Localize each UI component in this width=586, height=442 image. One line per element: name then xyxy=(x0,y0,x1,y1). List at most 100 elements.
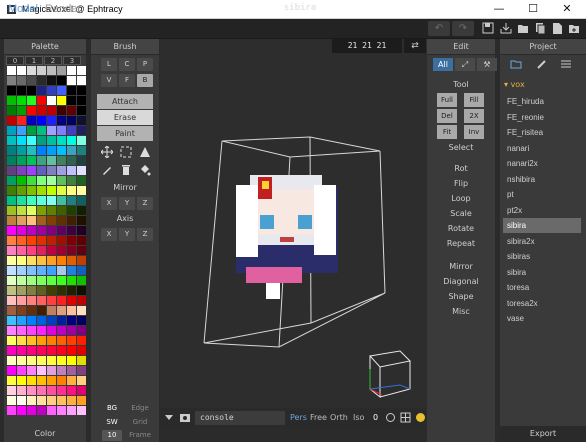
palette-swatch[interactable] xyxy=(7,356,16,365)
mirror-button[interactable]: Mirror xyxy=(427,262,495,271)
project-file-item[interactable]: FE_risitea xyxy=(503,125,581,140)
palette-swatch[interactable] xyxy=(57,256,66,265)
palette-swatch[interactable] xyxy=(17,326,26,335)
palette-swatch[interactable] xyxy=(17,66,26,75)
palette-swatch[interactable] xyxy=(77,186,86,195)
repeat-button[interactable]: Repeat xyxy=(427,239,495,248)
new-folder-icon[interactable] xyxy=(568,22,580,34)
palette-swatch[interactable] xyxy=(27,156,36,165)
palette-swatch[interactable] xyxy=(57,266,66,275)
palette-swatch[interactable] xyxy=(57,166,66,175)
palette-swatch[interactable] xyxy=(67,306,76,315)
project-file-item[interactable]: sibira2x xyxy=(503,234,581,249)
palette-swatch[interactable] xyxy=(37,376,46,385)
palette-swatch[interactable] xyxy=(7,166,16,175)
project-file-item[interactable]: toresa xyxy=(503,280,581,295)
palette-swatch[interactable] xyxy=(57,116,66,125)
palette-swatch[interactable] xyxy=(17,96,26,105)
camera-icon[interactable] xyxy=(179,411,191,423)
palette-swatch[interactable] xyxy=(27,396,36,405)
palette-swatch[interactable] xyxy=(67,406,76,415)
palette-swatch[interactable] xyxy=(27,336,36,345)
pencil-icon[interactable] xyxy=(101,164,113,176)
project-file-item[interactable]: sibira xyxy=(503,265,581,280)
palette-swatch[interactable] xyxy=(77,286,86,295)
palette-swatch[interactable] xyxy=(37,206,46,215)
palette-swatch[interactable] xyxy=(77,406,86,415)
cam-free-button[interactable]: Free xyxy=(310,413,327,422)
palette-swatch[interactable] xyxy=(27,166,36,175)
palette-swatch[interactable] xyxy=(37,386,46,395)
palette-swatch[interactable] xyxy=(67,146,76,155)
grid-view-icon[interactable] xyxy=(400,412,411,423)
palette-swatch[interactable] xyxy=(37,256,46,265)
palette-swatch[interactable] xyxy=(47,306,56,315)
palette-swatch[interactable] xyxy=(17,236,26,245)
cam-iso-button[interactable]: Iso xyxy=(353,413,364,422)
edit-tab-all[interactable]: All xyxy=(433,58,453,71)
palette-tab-3[interactable]: 3 xyxy=(63,56,81,65)
palette-swatch[interactable] xyxy=(7,106,16,115)
trash-icon[interactable] xyxy=(120,164,132,176)
axis-gizmo[interactable] xyxy=(369,350,412,399)
loop-button[interactable]: Loop xyxy=(427,194,495,203)
palette-swatch[interactable] xyxy=(57,196,66,205)
palette-swatch[interactable] xyxy=(47,266,56,275)
palette-swatch[interactable] xyxy=(77,336,86,345)
palette-swatch[interactable] xyxy=(7,206,16,215)
palette-swatch[interactable] xyxy=(47,326,56,335)
palette-swatch[interactable] xyxy=(67,186,76,195)
palette-swatch[interactable] xyxy=(37,296,46,305)
palette-swatch[interactable] xyxy=(47,246,56,255)
project-file-item[interactable]: FE_hiruda xyxy=(503,94,581,109)
palette-swatch[interactable] xyxy=(27,196,36,205)
edit-tab-expand[interactable]: ⤢ xyxy=(455,58,475,71)
palette-swatch[interactable] xyxy=(7,156,16,165)
palette-swatch[interactable] xyxy=(67,76,76,85)
palette-swatch[interactable] xyxy=(37,146,46,155)
flip-button[interactable]: Flip xyxy=(427,179,495,188)
palette-swatch[interactable] xyxy=(77,356,86,365)
palette-swatch[interactable] xyxy=(27,106,36,115)
cone-icon[interactable] xyxy=(139,146,151,158)
project-file-item[interactable]: nanari2x xyxy=(503,156,581,171)
brush-shape-b[interactable]: B xyxy=(137,74,153,87)
palette-swatch[interactable] xyxy=(67,336,76,345)
palette-swatch[interactable] xyxy=(57,326,66,335)
palette-swatch[interactable] xyxy=(47,186,56,195)
model-dimensions-field[interactable]: 21 21 21 xyxy=(332,39,402,53)
palette-swatch[interactable] xyxy=(17,166,26,175)
full-button[interactable]: Full xyxy=(437,93,457,107)
palette-swatch[interactable] xyxy=(67,316,76,325)
palette-swatch[interactable] xyxy=(77,106,86,115)
palette-swatch[interactable] xyxy=(67,256,76,265)
brush-shape-f[interactable]: F xyxy=(119,74,135,87)
palette-swatch[interactable] xyxy=(77,146,86,155)
minimize-button[interactable]: — xyxy=(482,0,516,19)
palette-swatch[interactable] xyxy=(77,366,86,375)
palette-swatch[interactable] xyxy=(37,286,46,295)
palette-swatch[interactable] xyxy=(57,146,66,155)
palette-swatch[interactable] xyxy=(37,116,46,125)
paint-button[interactable]: Paint xyxy=(97,126,153,141)
palette-swatch[interactable] xyxy=(57,236,66,245)
palette-swatch[interactable] xyxy=(37,186,46,195)
palette-swatch[interactable] xyxy=(17,116,26,125)
palette-swatch[interactable] xyxy=(47,276,56,285)
palette-swatch[interactable] xyxy=(7,376,16,385)
palette-swatch[interactable] xyxy=(77,246,86,255)
sun-icon[interactable] xyxy=(415,412,426,423)
palette-swatch[interactable] xyxy=(7,336,16,345)
palette-swatch[interactable] xyxy=(7,386,16,395)
palette-swatch[interactable] xyxy=(37,66,46,75)
palette-tab-0[interactable]: 0 xyxy=(6,56,24,65)
palette-swatch[interactable] xyxy=(7,196,16,205)
palette-swatch[interactable] xyxy=(47,146,56,155)
palette-swatch[interactable] xyxy=(27,356,36,365)
project-file-item[interactable]: FE_reonie xyxy=(503,110,581,125)
palette-swatch[interactable] xyxy=(37,336,46,345)
del-button[interactable]: Del xyxy=(437,109,457,123)
folder-icon[interactable] xyxy=(510,59,522,69)
palette-swatch[interactable] xyxy=(57,96,66,105)
chevron-down-icon[interactable] xyxy=(164,412,174,422)
